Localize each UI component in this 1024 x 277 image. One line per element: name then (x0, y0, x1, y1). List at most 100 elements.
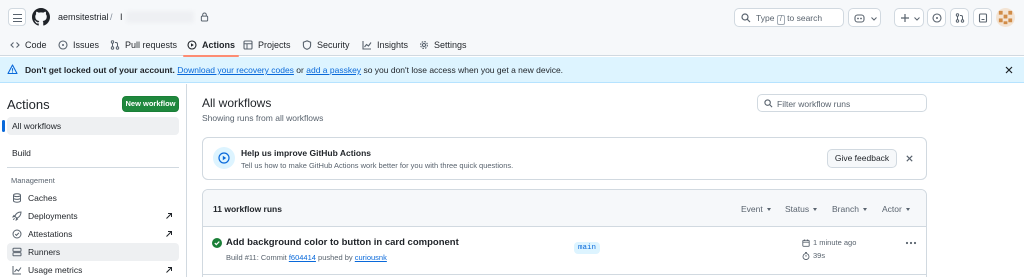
tab-security[interactable]: Security (302, 34, 350, 56)
graph-icon (362, 41, 372, 50)
sidebar-item-usage-metrics[interactable]: Usage metrics (7, 261, 179, 277)
github-logo-icon[interactable] (32, 8, 50, 26)
copilot-icon (854, 14, 865, 23)
sidebar-item-label: Build (12, 148, 31, 158)
add-passkey-link[interactable]: add a passkey (306, 65, 361, 75)
feedback-title: Help us improve GitHub Actions (241, 148, 372, 158)
page-title: All workflows (202, 96, 272, 110)
branch-label[interactable]: main (574, 242, 601, 254)
create-new-button[interactable] (894, 8, 924, 27)
new-workflow-button[interactable]: New workflow (122, 96, 179, 112)
global-search-input[interactable]: Type / to search (734, 8, 844, 27)
sidebar-divider-vertical (186, 84, 187, 277)
graph-icon (12, 266, 22, 275)
workflow-runs-list: 11 workflow runs Event Status Branch Act… (202, 189, 927, 277)
external-link-icon (166, 231, 172, 237)
verified-icon (12, 229, 22, 239)
inbox-button[interactable] (973, 8, 992, 27)
sidebar-item-runners[interactable]: Runners (7, 243, 179, 261)
tab-settings[interactable]: Settings (419, 34, 467, 56)
sidebar-item-label: Runners (28, 247, 61, 257)
actor-filter-dropdown[interactable]: Actor (882, 204, 910, 214)
tab-projects-label: Projects (258, 40, 291, 50)
user-avatar[interactable] (996, 8, 1015, 27)
sidebar-item-caches[interactable]: Caches (7, 189, 179, 207)
page-subtitle: Showing runs from all workflows (202, 113, 324, 123)
run-timestamp: 1 minute ago (802, 238, 856, 247)
alert-icon (7, 64, 18, 75)
identicon-icon (998, 10, 1013, 25)
give-feedback-button[interactable]: Give feedback (827, 149, 897, 168)
global-header: aemsitestrial / I Type / to search Code … (0, 0, 1024, 57)
pull-request-icon (110, 40, 120, 50)
table-icon (243, 40, 253, 50)
close-icon[interactable] (1004, 65, 1014, 75)
feedback-icon-badge (213, 147, 235, 169)
database-icon (13, 193, 21, 203)
search-icon (741, 13, 751, 23)
tab-pull-requests-label: Pull requests (125, 40, 178, 50)
sidebar-item-label: All workflows (12, 121, 62, 131)
external-link-icon (166, 213, 172, 219)
commit-link[interactable]: f604414 (289, 253, 316, 262)
branch-filter-dropdown[interactable]: Branch (832, 204, 867, 214)
runs-header: 11 workflow runs Event Status Branch Act… (203, 190, 926, 227)
tab-code[interactable]: Code (10, 34, 47, 56)
inbox-icon (978, 13, 988, 23)
repo-name-link[interactable]: I (120, 12, 123, 22)
external-link-icon (166, 267, 172, 273)
path-separator: / (110, 12, 113, 22)
sidebar-item-all-workflows[interactable]: All workflows (2, 117, 179, 135)
actor-link[interactable]: curiousnk (355, 253, 387, 262)
sidebar-item-attestations[interactable]: Attestations (7, 225, 179, 243)
sidebar-item-label: Usage metrics (28, 265, 83, 275)
management-heading: Management (11, 176, 55, 185)
run-title-link[interactable]: Add background color to button in card c… (226, 237, 459, 248)
tab-code-label: Code (25, 40, 47, 50)
stopwatch-icon (802, 251, 810, 260)
plus-icon (901, 14, 909, 22)
gear-icon (420, 41, 428, 49)
repo-owner-link[interactable]: aemsitestrial (58, 12, 109, 22)
tab-issues[interactable]: Issues (58, 34, 99, 56)
issues-button[interactable] (927, 8, 946, 27)
run-meta: Build #11: Commit f604414 pushed by curi… (226, 253, 387, 262)
event-filter-dropdown[interactable]: Event (741, 204, 771, 214)
sidebar-item-label: Attestations (28, 229, 73, 239)
chevron-down-icon (871, 17, 877, 21)
pull-requests-button[interactable] (950, 8, 969, 27)
tab-settings-label: Settings (434, 40, 467, 50)
tab-security-label: Security (317, 40, 350, 50)
code-icon (10, 42, 20, 48)
sidebar-divider (7, 167, 179, 168)
recovery-codes-link[interactable]: Download your recovery codes (177, 65, 294, 75)
tab-actions[interactable]: Actions (182, 34, 240, 57)
sidebar-item-label: Caches (28, 193, 57, 203)
runs-count: 11 workflow runs (213, 204, 282, 214)
run-duration: 39s (802, 251, 825, 260)
issue-icon (932, 13, 942, 23)
close-icon[interactable] (905, 154, 914, 163)
play-icon (187, 40, 197, 50)
lock-icon (200, 12, 209, 22)
copilot-button[interactable] (848, 8, 881, 27)
tab-issues-label: Issues (73, 40, 100, 50)
rocket-icon (12, 211, 22, 221)
tab-pull-requests[interactable]: Pull requests (110, 34, 177, 56)
tab-projects[interactable]: Projects (243, 34, 291, 56)
filter-workflow-runs-input[interactable]: Filter workflow runs (757, 94, 927, 112)
kebab-horizontal-icon[interactable] (905, 241, 917, 245)
tab-insights[interactable]: Insights (362, 34, 408, 56)
workflow-run-row[interactable]: Add background color to button in card c… (203, 227, 926, 275)
sidebar-item-build[interactable]: Build (7, 144, 179, 162)
pull-request-icon (955, 13, 965, 23)
feedback-subtitle: Tell us how to make GitHub Actions work … (241, 161, 514, 170)
status-filter-dropdown[interactable]: Status (785, 204, 817, 214)
sidebar-item-deployments[interactable]: Deployments (7, 207, 179, 225)
redacted-repo-name (126, 11, 194, 23)
sidebar-title: Actions (7, 97, 50, 112)
chevron-down-icon (914, 17, 920, 21)
menu-button[interactable] (8, 8, 26, 26)
server-icon (12, 247, 22, 257)
filter-placeholder: Filter workflow runs (777, 99, 851, 109)
